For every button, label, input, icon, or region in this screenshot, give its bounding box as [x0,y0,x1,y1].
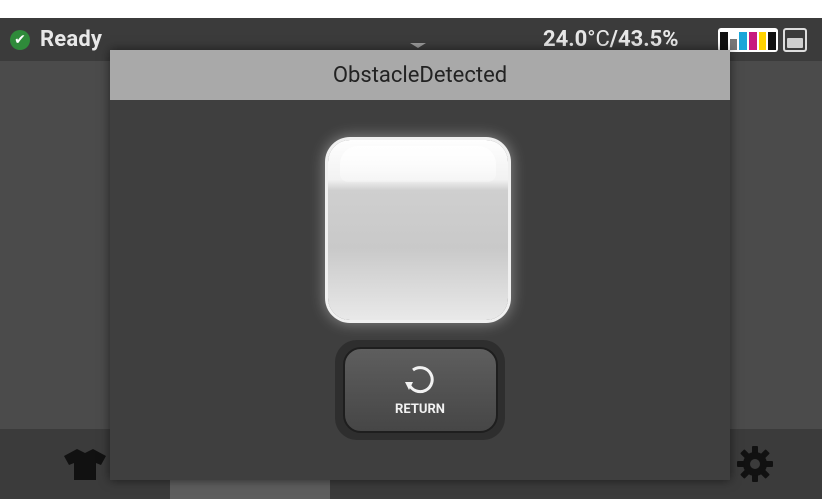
check-icon: ✔ [10,29,30,50]
ink-yellow [758,30,767,50]
status-ready: ✔ Ready [10,18,102,61]
obstacle-dialog: ObstacleDetected RETURN [110,50,730,480]
humidity-value: 43.5% [617,27,679,52]
chevron-down-icon [410,43,426,48]
ink-level-indicator[interactable] [718,28,778,52]
refresh-icon [405,365,434,393]
gear-icon [737,446,773,482]
ink-cyan [739,30,748,50]
maintenance-box-fill [787,38,803,48]
maintenance-box-indicator[interactable] [783,28,807,52]
printer-screen: ✔ Ready 24.0 °C / 43.5% ObstacleDetected… [0,18,822,499]
separator: / [609,27,618,52]
ink-black-2 [768,30,777,50]
ink-magenta [749,30,757,50]
return-label: RETURN [395,401,445,417]
status-indicator-light [328,140,508,320]
return-button[interactable]: RETURN [342,347,498,433]
temperature-unit: °C [587,27,610,52]
tshirt-icon [64,449,106,480]
ink-white [729,30,738,50]
temperature-value: 24.0 [543,27,588,52]
status-label: Ready [40,27,103,52]
return-button-frame: RETURN [335,340,505,440]
ink-black [720,30,728,50]
dialog-title: ObstacleDetected [110,50,730,100]
